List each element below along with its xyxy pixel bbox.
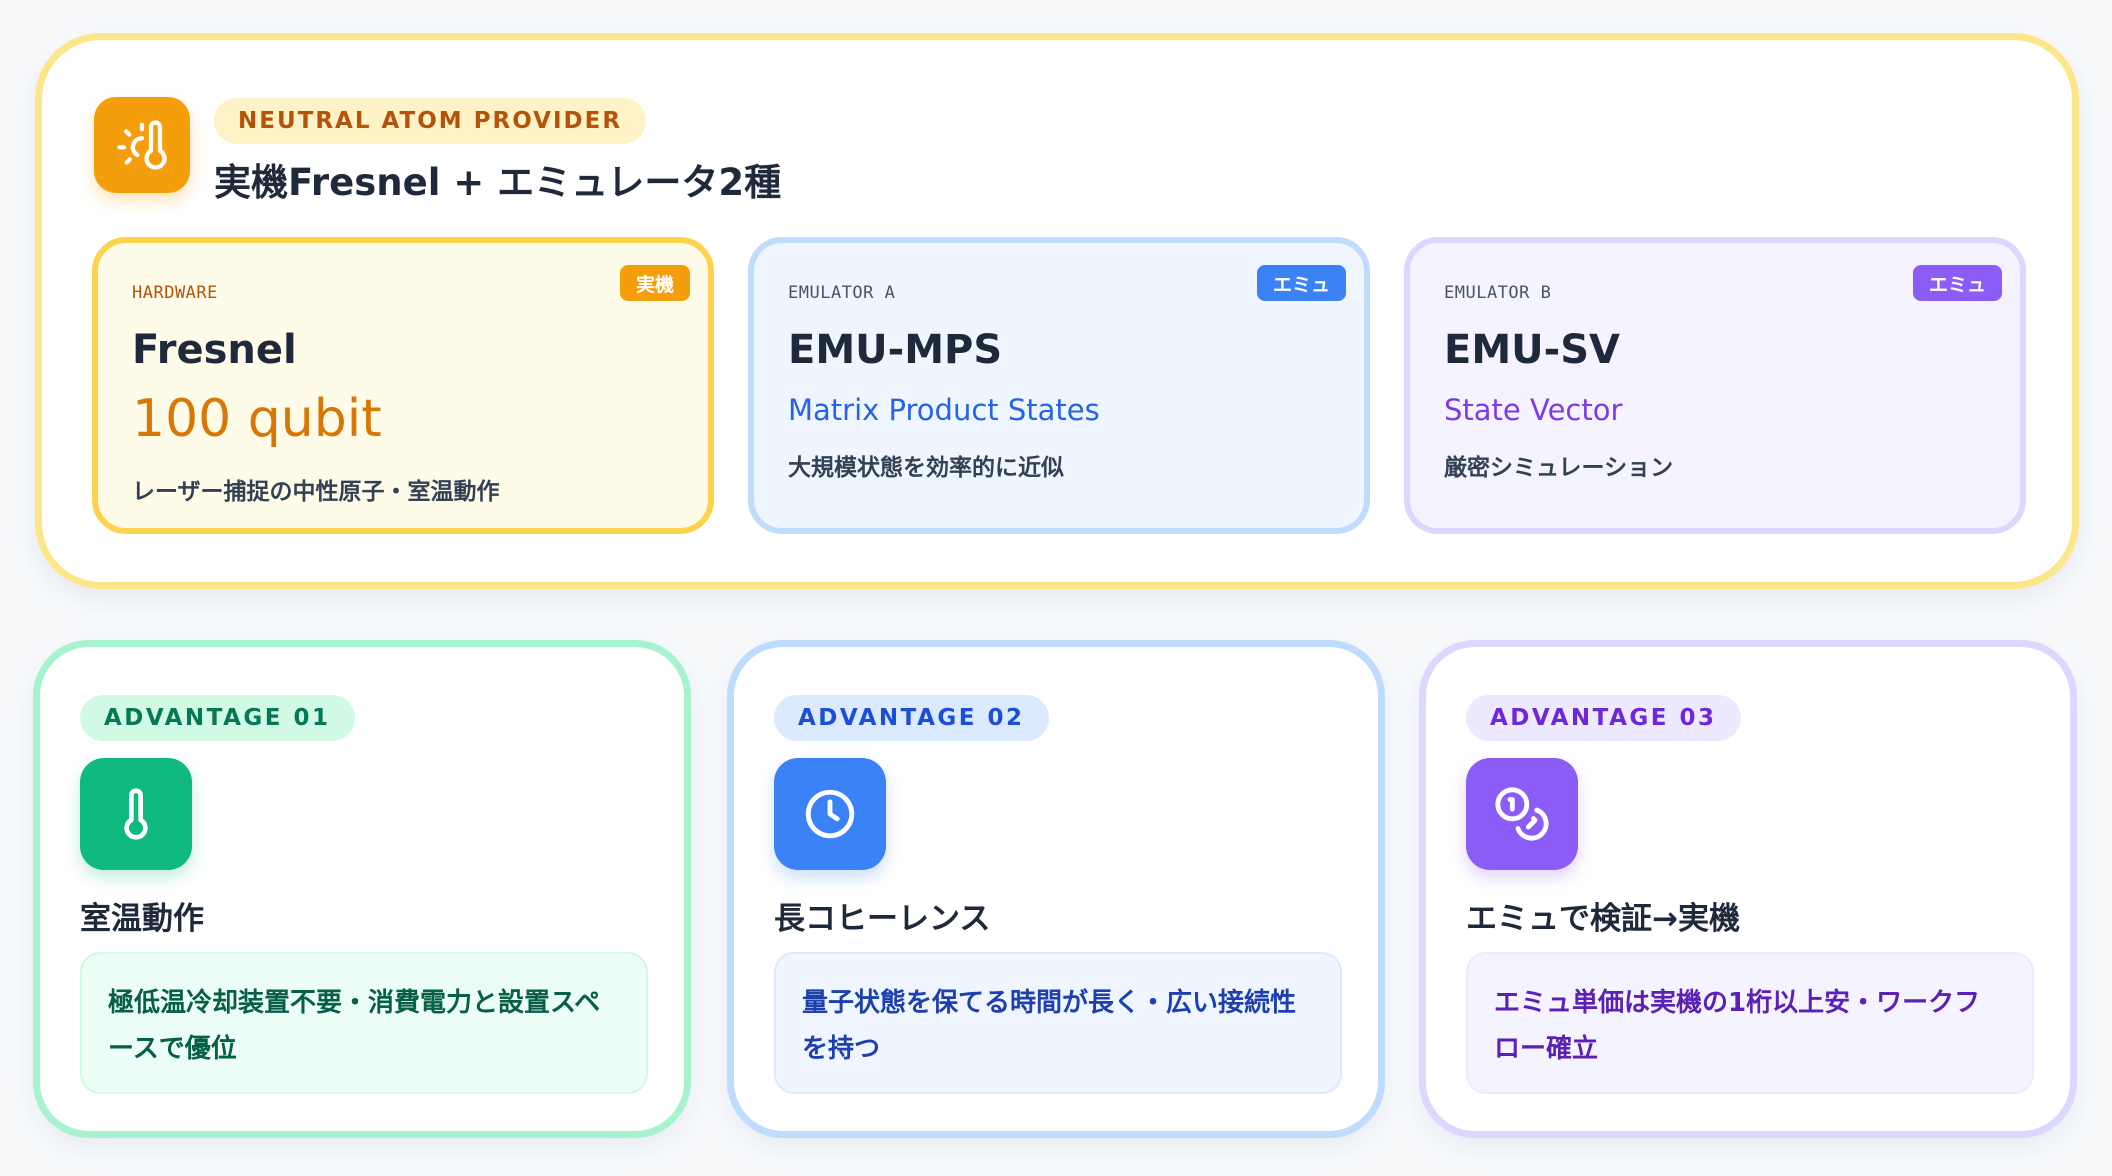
system-desc: 厳密シミュレーション (1444, 455, 1674, 481)
system-card-emulator-a: EMULATOR A エミュ EMU-MPS Matrix Product St… (748, 237, 1370, 534)
system-kicker: EMULATOR B (1444, 283, 1552, 303)
system-name: Fresnel (132, 327, 297, 373)
system-subtitle: Matrix Product States (788, 393, 1100, 427)
provider-title: 実機Fresnel + エミュレータ2種 (214, 161, 782, 204)
clock-icon (774, 758, 886, 870)
advantage-title: 室温動作 (80, 901, 204, 937)
system-name: EMU-SV (1444, 327, 1620, 373)
system-subtitle: State Vector (1444, 393, 1623, 427)
advantage-label: ADVANTAGE 01 (80, 695, 355, 741)
advantage-card-02: ADVANTAGE 02 長コヒーレンス 量子状態を保てる時間が長く・広い接続性… (727, 640, 1385, 1138)
coins-icon (1466, 758, 1578, 870)
system-kicker: HARDWARE (132, 283, 218, 303)
system-tag: 実機 (619, 265, 690, 301)
system-name: EMU-MPS (788, 327, 1003, 373)
provider-badge: NEUTRAL ATOM PROVIDER (214, 98, 647, 144)
system-tag: エミュ (1256, 265, 1346, 301)
advantage-title: 長コヒーレンス (774, 901, 991, 937)
advantage-label: ADVANTAGE 02 (774, 695, 1049, 741)
provider-card: NEUTRAL ATOM PROVIDER 実機Fresnel + エミュレータ… (35, 33, 2079, 589)
advantage-body: エミュ単価は実機の1桁以上安・ワークフロー確立 (1466, 952, 2034, 1094)
advantage-card-01: ADVANTAGE 01 室温動作 極低温冷却装置不要・消費電力と設置スペースで… (33, 640, 691, 1138)
advantage-title: エミュで検証→実機 (1466, 901, 1740, 937)
advantage-body: 量子状態を保てる時間が長く・広い接続性を持つ (774, 952, 1342, 1094)
advantage-body: 極低温冷却装置不要・消費電力と設置スペースで優位 (80, 952, 648, 1094)
system-desc: 大規模状態を効率的に近似 (788, 455, 1064, 481)
system-desc: レーザー捕捉の中性原子・室温動作 (132, 479, 500, 505)
system-metric: 100 qubit (132, 389, 382, 449)
advantage-card-03: ADVANTAGE 03 エミュで検証→実機 エミュ単価は実機の1桁以上安・ワー… (1419, 640, 2077, 1138)
thermometer-icon (80, 758, 192, 870)
system-card-emulator-b: EMULATOR B エミュ EMU-SV State Vector 厳密シミュ… (1404, 237, 2026, 534)
system-kicker: EMULATOR A (788, 283, 896, 303)
system-tag: エミュ (1912, 265, 2002, 301)
advantage-label: ADVANTAGE 03 (1466, 695, 1741, 741)
system-card-hardware: HARDWARE 実機 Fresnel 100 qubit レーザー捕捉の中性原… (92, 237, 714, 534)
sun-thermometer-icon (94, 97, 190, 193)
